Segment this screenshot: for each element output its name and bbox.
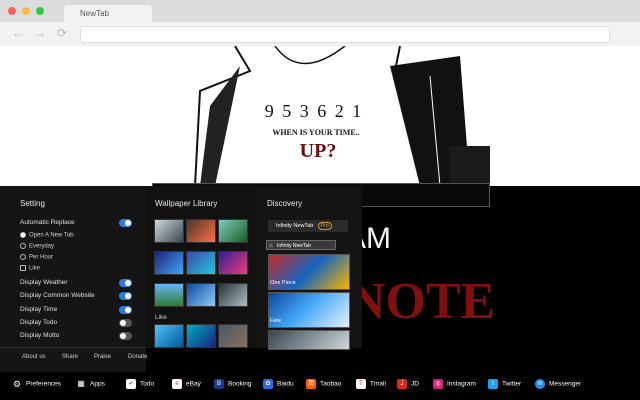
shortcut-taobao[interactable]: 淘 Taobao [306, 379, 341, 390]
wallpaper-title-text: NOTE [348, 273, 496, 330]
toggle-label-time: Display Time [20, 306, 58, 313]
shortcut-ebay[interactable]: e eBay [172, 379, 201, 390]
wallpaper-image: 9 5 3 6 2 1 WHEN IS YOUR TIME.. UP? [0, 46, 640, 186]
option-like[interactable]: Like [20, 265, 40, 272]
browser-toolbar: ← → ⟳ [0, 22, 640, 47]
shortcut-instagram[interactable]: ◎ Instagram [433, 379, 476, 390]
shirt-line: WHEN IS YOUR TIME.. [272, 128, 360, 137]
discovery-tab-label: Infinity NewTab [276, 223, 314, 229]
todo-button[interactable]: ✓ Todo [126, 379, 154, 390]
shortcut-tmall[interactable]: T Tmall [356, 379, 386, 390]
shortcut-baidu[interactable]: ✿ Baidu [263, 379, 294, 390]
tab-strip: NewTab [0, 0, 640, 22]
wallpaper-thumbnail[interactable] [186, 324, 216, 348]
checkbox-icon: ✓ [126, 379, 136, 389]
automatic-replace-label: Automatic Replace [20, 219, 75, 226]
option-per-hour[interactable]: Per Hour [20, 254, 53, 261]
automatic-replace-toggle[interactable] [119, 219, 132, 227]
back-icon[interactable]: ← [12, 26, 24, 40]
todo-toggle[interactable] [119, 319, 132, 327]
radio-selected-icon [20, 232, 26, 238]
toggle-label-todo: Display Todo [20, 319, 58, 326]
settings-title: Setting [20, 199, 45, 208]
tab-title: NewTab [80, 9, 109, 18]
discovery-item[interactable] [268, 330, 350, 350]
radio-icon [20, 254, 26, 260]
wallpaper-thumbnail[interactable] [186, 219, 216, 243]
common-website-toggle[interactable] [119, 292, 132, 300]
instagram-icon: ◎ [433, 379, 443, 389]
wallpaper-thumbnail[interactable] [186, 283, 216, 307]
time-toggle[interactable] [119, 306, 132, 314]
shirt-numbers: 9 5 3 6 2 1 [264, 101, 364, 121]
wallpaper-thumbnail[interactable] [218, 219, 248, 243]
toggle-label-common-website: Display Common Website [20, 292, 95, 299]
browser-chrome: NewTab ← → ⟳ [0, 0, 640, 47]
option-everyday[interactable]: Everyday [20, 243, 54, 250]
option-open-new-tab[interactable]: Open A New Tab [20, 232, 74, 239]
gear-icon: ⚙ [12, 379, 22, 389]
pro-badge: Pro [317, 222, 332, 230]
wallpaper-thumbnail[interactable] [186, 251, 216, 275]
toggle-label-motto: Display Motto [20, 332, 60, 339]
motto-toggle[interactable] [119, 332, 132, 340]
apps-button[interactable]: ▦ Apps [76, 379, 105, 390]
forward-icon[interactable]: → [34, 26, 46, 40]
tooltip: ⌂ Infinity NewTab [266, 240, 336, 250]
discovery-caption: One Piece [270, 280, 296, 286]
praise-link[interactable]: Praise [94, 354, 111, 360]
shortcut-booking[interactable]: B Booking [214, 379, 252, 390]
taobao-icon: 淘 [306, 379, 316, 389]
browser-tab[interactable]: NewTab [64, 5, 152, 22]
preferences-button[interactable]: ⚙ Preferences [12, 379, 61, 390]
booking-icon: B [214, 379, 224, 389]
wallpaper-thumbnail[interactable] [218, 283, 248, 307]
discovery-tab[interactable]: Infinity NewTab Pro [268, 220, 348, 232]
shortcut-jd[interactable]: J JD [397, 379, 419, 390]
wallpaper-thumbnail[interactable] [154, 283, 184, 307]
tmall-icon: T [356, 379, 366, 389]
share-link[interactable]: Share [62, 354, 78, 360]
apps-grid-icon: ▦ [77, 379, 85, 388]
home-icon: ⌂ [269, 243, 273, 249]
radio-icon [20, 243, 26, 249]
close-window-icon[interactable] [8, 7, 16, 15]
twitter-icon: t [488, 379, 498, 389]
ebay-icon: e [172, 379, 182, 389]
checkbox-icon [20, 265, 26, 271]
jd-icon: J [397, 379, 407, 389]
shortcut-twitter[interactable]: t Twitter [488, 379, 521, 390]
discovery-caption: Fate [270, 318, 282, 324]
toggle-label-weather: Display Weather [20, 279, 68, 286]
minimize-window-icon[interactable] [22, 7, 30, 15]
shirt-up: UP? [299, 140, 337, 162]
like-label: Like [155, 314, 167, 321]
reload-icon[interactable]: ⟳ [57, 26, 67, 40]
baidu-icon: ✿ [263, 379, 273, 389]
wallpaper-thumbnail[interactable] [154, 219, 184, 243]
wallpaper-library-title: Wallpaper Library [155, 199, 218, 208]
about-us-link[interactable]: About us [22, 354, 46, 360]
address-bar[interactable] [80, 26, 610, 43]
wallpaper-thumbnail[interactable] [154, 324, 184, 348]
wallpaper-thumbnail[interactable] [218, 251, 248, 275]
messenger-icon: m [535, 379, 545, 389]
wallpaper-thumbnail[interactable] [154, 251, 184, 275]
weather-toggle[interactable] [119, 279, 132, 287]
discovery-title: Discovery [267, 199, 303, 208]
maximize-window-icon[interactable] [36, 7, 44, 15]
wallpaper-thumbnail[interactable] [218, 324, 248, 348]
shortcut-messenger[interactable]: m Messenger [535, 379, 581, 390]
donate-link[interactable]: Donate [128, 354, 147, 360]
